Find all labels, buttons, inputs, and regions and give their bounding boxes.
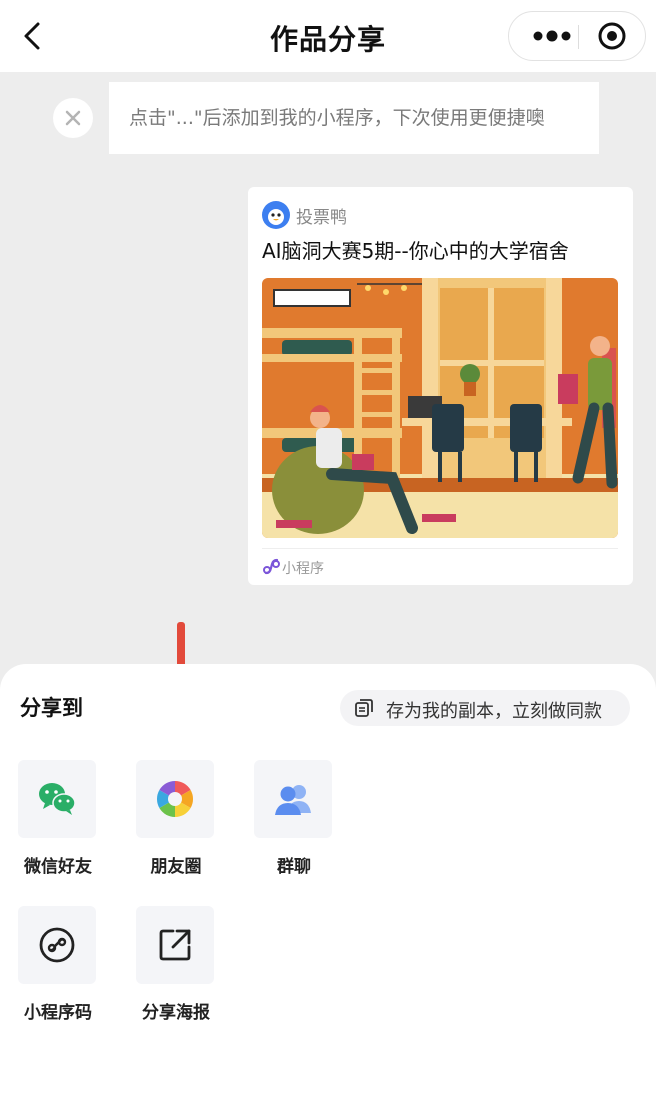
share-option-label: 朋友圈 bbox=[150, 857, 202, 877]
card-app-name: 投票鸭 bbox=[296, 208, 347, 228]
group-chat-icon bbox=[275, 785, 311, 815]
wechat-icon bbox=[39, 783, 76, 815]
capsule-divider bbox=[578, 25, 579, 49]
share-wechat-friend[interactable]: 微信好友 bbox=[18, 760, 98, 877]
share-group-chat[interactable]: 群聊 bbox=[254, 760, 334, 877]
save-copy-label: 存为我的副本，立刻做同款 bbox=[386, 701, 602, 722]
share-card-preview: 投票鸭 AI脑洞大赛5期--你心中的大学宿舍 小程序 bbox=[248, 187, 633, 585]
card-footer-label: 小程序 bbox=[282, 561, 324, 577]
card-divider bbox=[262, 548, 618, 549]
dorm-illustration[interactable] bbox=[262, 278, 618, 538]
share-miniprogram-code[interactable]: 小程序码 bbox=[18, 906, 98, 1023]
add-miniprogram-tip: 点击"..."后添加到我的小程序，下次使用更便捷噢 bbox=[109, 82, 599, 154]
save-copy-button[interactable]: 存为我的副本，立刻做同款 bbox=[340, 690, 630, 726]
share-poster[interactable]: 分享海报 bbox=[136, 906, 216, 1023]
share-moments[interactable]: 朋友圈 bbox=[136, 760, 216, 877]
share-option-label: 微信好友 bbox=[24, 857, 92, 877]
share-option-label: 分享海报 bbox=[142, 1003, 210, 1023]
exit-miniprogram-button[interactable] bbox=[583, 12, 641, 60]
navigation-bar: 作品分享 bbox=[0, 0, 656, 72]
miniprogram-code-icon bbox=[39, 927, 75, 963]
share-option-box bbox=[136, 760, 214, 838]
target-circle-icon bbox=[598, 22, 626, 50]
card-title: AI脑洞大赛5期--你心中的大学宿舍 bbox=[262, 239, 569, 263]
more-dots-icon bbox=[533, 30, 571, 42]
share-option-box bbox=[254, 760, 332, 838]
share-option-box bbox=[18, 906, 96, 984]
vote-duck-logo-icon bbox=[262, 201, 290, 229]
close-icon bbox=[65, 110, 81, 126]
share-poster-icon bbox=[159, 929, 191, 961]
miniprogram-icon bbox=[263, 558, 280, 575]
share-option-label: 小程序码 bbox=[24, 1003, 92, 1023]
share-option-box bbox=[136, 906, 214, 984]
more-button[interactable] bbox=[519, 12, 577, 60]
share-sheet: 分享到 存为我的副本，立刻做同款 微信好友 朋友圈 群聊 小程序码 分享海报 bbox=[0, 664, 656, 1114]
copy-document-icon bbox=[355, 699, 373, 717]
moments-icon bbox=[156, 781, 194, 817]
share-option-label: 群聊 bbox=[277, 857, 311, 877]
miniprogram-capsule bbox=[508, 11, 646, 61]
tip-close-button[interactable] bbox=[53, 98, 93, 138]
share-sheet-title: 分享到 bbox=[20, 696, 83, 720]
share-option-box bbox=[18, 760, 96, 838]
